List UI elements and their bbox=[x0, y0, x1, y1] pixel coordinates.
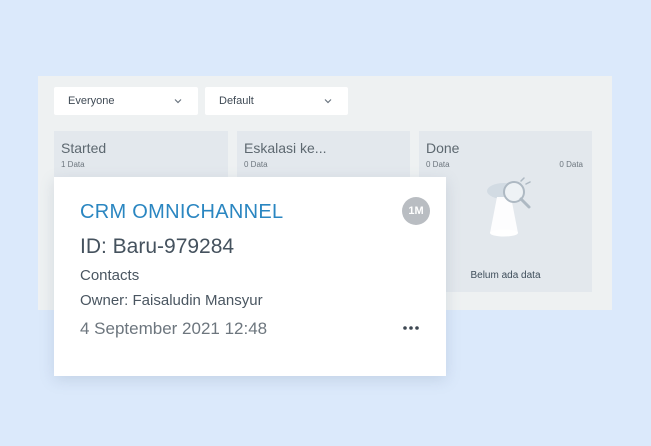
card-type: Contacts bbox=[80, 267, 140, 284]
card-owner: Owner: Faisaludin Mansyur bbox=[80, 292, 263, 309]
chevron-down-icon bbox=[174, 99, 182, 104]
card-date: 4 September 2021 12:48 bbox=[80, 319, 268, 338]
card-source-title: CRM OMNICHANNEL bbox=[80, 201, 284, 223]
sort-filter-value: Default bbox=[219, 95, 254, 107]
column-count: 1 Data bbox=[61, 160, 85, 169]
chevron-down-icon bbox=[324, 99, 332, 104]
column-count: 0 Data bbox=[244, 160, 268, 169]
owner-filter-value: Everyone bbox=[68, 95, 115, 107]
column-title: Done bbox=[426, 140, 460, 156]
more-horizontal-icon[interactable] bbox=[402, 323, 420, 333]
column-title: Started bbox=[61, 140, 107, 156]
deal-card[interactable]: CRM OMNICHANNEL 1M ID: Baru-979284 Conta… bbox=[54, 177, 446, 376]
empty-search-illustration-icon bbox=[487, 177, 531, 237]
owner-filter-dropdown[interactable]: Everyone bbox=[54, 87, 198, 115]
column-count: 0 Data bbox=[426, 160, 450, 169]
time-badge: 1M bbox=[402, 197, 430, 225]
card-id: ID: Baru-979284 bbox=[80, 235, 235, 258]
column-count-right: 0 Data bbox=[559, 160, 583, 169]
sort-filter-dropdown[interactable]: Default bbox=[205, 87, 348, 115]
column-title: Eskalasi ke... bbox=[244, 140, 327, 156]
